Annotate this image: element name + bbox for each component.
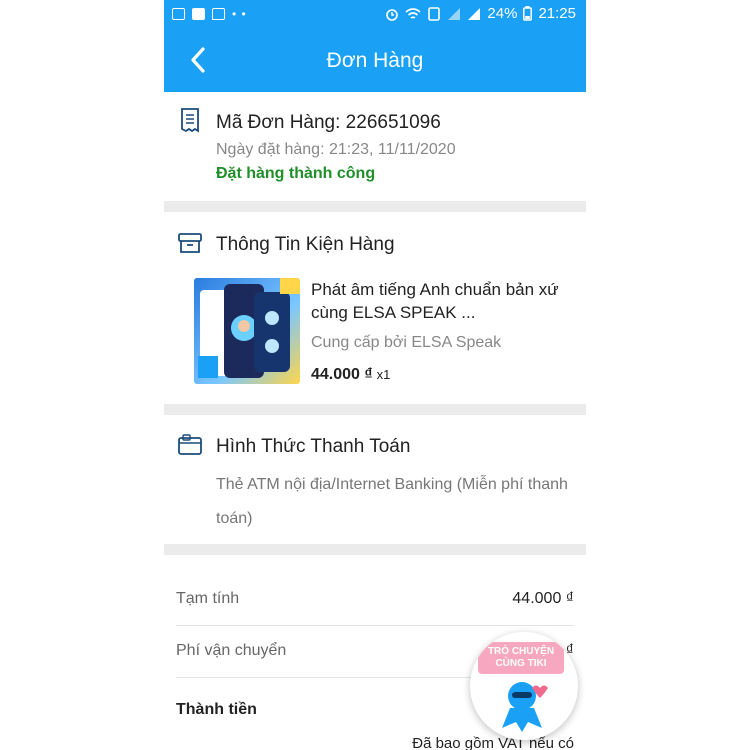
signal-icon-2 <box>468 7 481 20</box>
product-name[interactable]: Phát âm tiếng Anh chuẩn bản xứ cùng ELSA… <box>311 278 571 324</box>
sim-icon <box>428 6 441 21</box>
tiki-mascot-icon <box>502 682 548 732</box>
receipt-icon <box>181 108 199 133</box>
section-divider <box>164 404 586 415</box>
payment-title: Hình Thức Thanh Toán <box>216 436 411 457</box>
price-value: 44.000 ₫ <box>311 366 373 383</box>
chat-with-tiki-button[interactable]: TRÒ CHUYỆN CÙNG TIKI <box>470 632 578 740</box>
app-icon <box>192 8 205 20</box>
subtotal-label: Tạm tính <box>176 590 240 607</box>
wifi-icon <box>405 7 421 19</box>
more-notifications-icon: • • <box>232 7 247 21</box>
quantity: x1 <box>376 367 391 382</box>
section-divider <box>164 544 586 555</box>
product-provider: Cung cấp bởi ELSA Speak <box>311 334 502 351</box>
product-price: 44.000 ₫ x1 <box>311 366 390 384</box>
payment-card-icon <box>178 434 202 455</box>
total-label: Thành tiền <box>176 701 257 718</box>
section-divider <box>164 201 586 212</box>
subtotal-value: 44.000 ₫ <box>512 590 574 607</box>
payment-method: Thẻ ATM nội địa/Internet Banking (Miễn p… <box>216 476 568 527</box>
app-preview-image <box>198 278 300 378</box>
signal-icon <box>448 7 461 20</box>
package-icon <box>178 233 202 253</box>
alarm-icon <box>386 8 399 21</box>
order-status: Đặt hàng thành công <box>216 165 376 182</box>
order-screen: • • 24% 21:25 Đơn Hàng Mã Đơn Hàng: 2266… <box>164 0 586 750</box>
product-thumbnail[interactable] <box>194 278 300 384</box>
shipping-label: Phí vận chuyển <box>176 642 287 659</box>
status-bar: • • 24% 21:25 <box>164 0 586 30</box>
order-id: Mã Đơn Hàng: 226651096 <box>216 112 441 133</box>
package-title: Thông Tin Kiện Hàng <box>216 234 395 255</box>
clock: 21:25 <box>538 5 576 22</box>
page-title: Đơn Hàng <box>326 49 424 72</box>
gallery-icon <box>172 8 185 20</box>
subtotal-row: Tạm tính 44.000 ₫ <box>176 574 574 626</box>
app-header: Đơn Hàng <box>164 30 586 92</box>
battery-icon <box>523 6 533 21</box>
battery-percent: 24% <box>487 5 518 22</box>
message-icon <box>212 8 225 20</box>
order-date: Ngày đặt hàng: 21:23, 11/11/2020 <box>216 141 456 158</box>
